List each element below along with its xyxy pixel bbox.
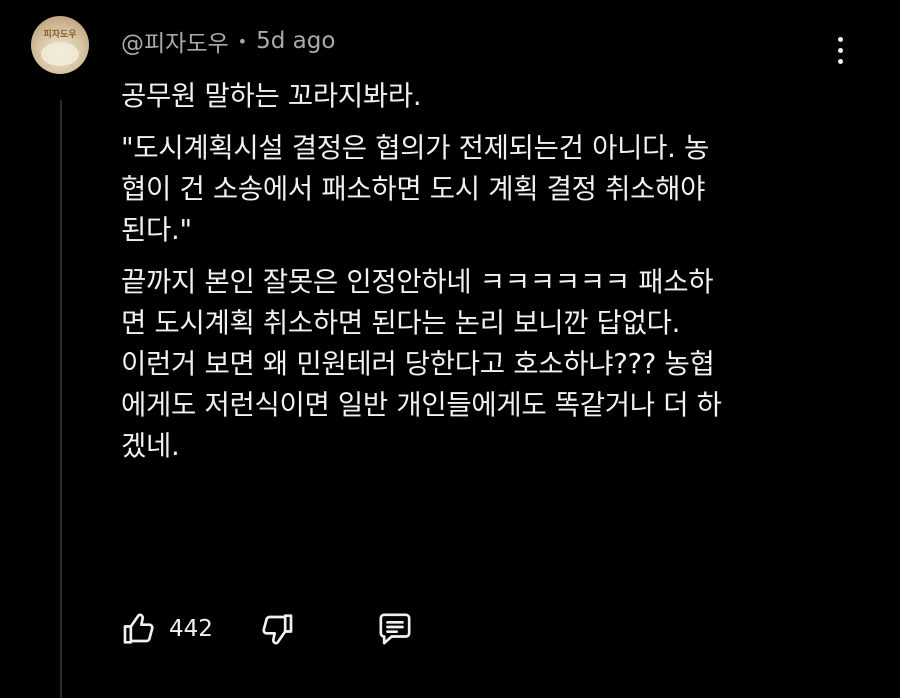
thumb-up-icon <box>123 613 154 644</box>
more-options-button[interactable] <box>826 30 854 70</box>
comment-actions: 442 <box>117 606 418 652</box>
comment-icon <box>379 613 411 645</box>
meta-separator: • <box>237 31 248 51</box>
avatar-dough-image <box>41 42 79 66</box>
avatar-logo-text: 피자도우 <box>43 30 77 40</box>
kebab-menu-icon-dot <box>837 47 843 53</box>
author-name[interactable]: @피자도우 <box>121 24 229 58</box>
like-button[interactable] <box>117 606 163 652</box>
kebab-menu-icon-dot <box>837 36 843 42</box>
comment-body: 공무원 말하는 꼬라지봐라. "도시계획시설 결정은 협의가 전제되는건 아니다… <box>121 76 841 471</box>
thumb-down-icon <box>262 614 293 645</box>
thread-line <box>60 100 62 698</box>
reply-button[interactable] <box>372 606 418 652</box>
comment-header: @피자도우 • 5d ago <box>121 24 335 58</box>
dislike-button[interactable] <box>253 606 299 652</box>
comment-paragraph: 공무원 말하는 꼬라지봐라. <box>121 80 422 112</box>
comment-time[interactable]: 5d ago <box>256 28 335 54</box>
kebab-menu-icon-dot <box>837 58 843 64</box>
comment-paragraph: "도시계획시설 결정은 협의가 전제되는건 아니다. 농 협이 건 소송에서 패… <box>121 132 709 246</box>
like-count: 442 <box>169 616 213 642</box>
comment-paragraph: 끝까지 본인 잘못은 인정안하네 ㅋㅋㅋㅋㅋㅋ 패소하 면 도시계획 취소하면 … <box>121 266 722 462</box>
avatar[interactable]: 피자도우 <box>31 16 89 74</box>
